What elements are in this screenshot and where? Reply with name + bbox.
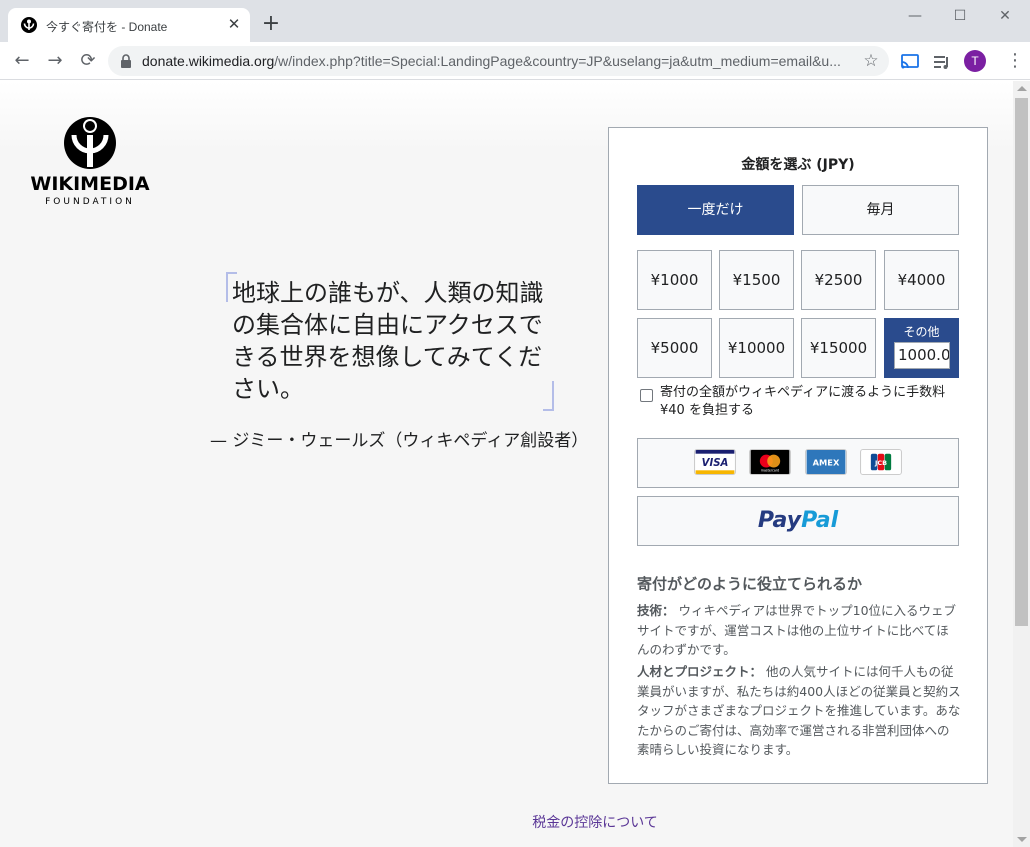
browser-titlebar: 今すぐ寄付を - Donate ✕ + — ☐ ✕ [0, 0, 1030, 42]
logo-subtitle: FOUNDATION [45, 197, 135, 207]
browser-toolbar: ← → ⟳ donate.wikimedia.org/w/index.php?t… [0, 42, 1030, 80]
card-payment-button[interactable]: VISA mastercard AMEX JCB [637, 438, 959, 488]
url-text[interactable]: donate.wikimedia.org/w/index.php?title=S… [142, 53, 852, 69]
page-scrollbar[interactable] [1013, 81, 1030, 847]
quote-close-bracket [543, 381, 554, 411]
mastercard-text: mastercard [761, 469, 779, 473]
fee-label[interactable]: 寄付の全額がウィキペディアに渡るように手数料 ¥40 を負担する [660, 384, 960, 420]
paypal-logo: PayPal [758, 508, 838, 533]
lock-icon [121, 54, 131, 68]
jcb-text: JCB [874, 459, 887, 467]
how-people-label: 人材とプロジェクト： [637, 664, 763, 679]
kebab-menu-icon[interactable]: ⋮ [1006, 50, 1024, 72]
amount-other-button[interactable]: その他 1000.0 [884, 318, 959, 378]
address-bar[interactable]: donate.wikimedia.org/w/index.php?title=S… [108, 46, 889, 76]
amount-button[interactable]: ¥2500 [801, 250, 876, 310]
visa-card-icon: VISA [694, 449, 736, 475]
close-window-icon[interactable]: ✕ [990, 4, 1020, 28]
amex-text: AMEX [813, 458, 840, 468]
minimize-icon[interactable]: — [900, 4, 930, 28]
media-queue-icon[interactable] [932, 52, 952, 72]
amex-card-icon: AMEX [805, 449, 847, 475]
wikimedia-logo-icon [64, 117, 116, 169]
frequency-monthly-button[interactable]: 毎月 [802, 185, 959, 235]
visa-text: VISA [702, 458, 729, 469]
quote-author: — ジミー・ウェールズ（ウィキペディア創設者） [210, 431, 589, 451]
amount-button[interactable]: ¥1000 [637, 250, 712, 310]
wikimedia-logo[interactable]: WIKIMEDIA FOUNDATION [26, 113, 156, 209]
cast-icon[interactable] [900, 52, 920, 72]
back-icon[interactable]: ← [10, 49, 34, 73]
paypal-button[interactable]: PayPal [637, 496, 959, 546]
quote-text: 地球上の誰もが、人類の知識の集合体に自由にアクセスできる世界を想像してみてくださ… [232, 279, 544, 403]
how-tech-text: ウィキペディアは世界でトップ10位に入るウェブサイトですが、運営コストは他の上位… [637, 603, 957, 657]
tab-title: 今すぐ寄付を - Donate [46, 20, 168, 34]
how-tech-label: 技術： [637, 603, 675, 618]
wikimedia-favicon-icon [21, 17, 37, 33]
url-path: /w/index.php?title=Special:LandingPage&c… [274, 53, 841, 69]
amount-other-input[interactable]: 1000.0 [894, 342, 950, 369]
amount-button[interactable]: ¥15000 [801, 318, 876, 378]
scroll-thumb[interactable] [1015, 98, 1028, 626]
how-people-paragraph: 人材とプロジェクト： 他の人気サイトには何千人もの従業員がいますが、私たちは約4… [637, 662, 961, 760]
amount-button[interactable]: ¥5000 [637, 318, 712, 378]
how-title: 寄付がどのように役立てられるか [637, 575, 863, 593]
amount-button[interactable]: ¥10000 [719, 318, 794, 378]
jcb-card-icon: JCB [860, 449, 902, 475]
bookmark-star-icon[interactable]: ☆ [860, 50, 882, 72]
scroll-down-icon[interactable] [1017, 837, 1027, 842]
mastercard-icon: mastercard [749, 449, 791, 475]
tax-deduction-link[interactable]: 税金の控除について [0, 812, 1013, 832]
how-tech-paragraph: 技術： ウィキペディアは世界でトップ10位に入るウェブサイトですが、運営コストは… [637, 601, 961, 660]
profile-avatar[interactable]: T [964, 50, 986, 72]
paypal-part1: Pay [757, 508, 802, 533]
form-heading: 金額を選ぶ (JPY) [741, 157, 855, 173]
frequency-once-button[interactable]: 一度だけ [637, 185, 794, 235]
scroll-up-icon[interactable] [1017, 86, 1027, 91]
paypal-part2: Pal [801, 508, 839, 533]
page-content: WIKIMEDIA FOUNDATION 地球上の誰もが、人類の知識の集合体に自… [0, 81, 1013, 847]
forward-icon[interactable]: → [43, 49, 67, 73]
maximize-icon[interactable]: ☐ [945, 4, 975, 28]
new-tab-icon[interactable]: + [260, 13, 282, 35]
amount-button[interactable]: ¥4000 [884, 250, 959, 310]
url-host: donate.wikimedia.org [142, 53, 275, 69]
donation-form: 金額を選ぶ (JPY) 一度だけ 毎月 ¥1000 ¥1500 ¥2500 ¥4… [608, 127, 988, 784]
amount-other-label: その他 [903, 325, 940, 339]
logo-wordmark: WIKIMEDIA [30, 173, 150, 195]
browser-tab[interactable]: 今すぐ寄付を - Donate ✕ [8, 8, 250, 42]
fee-checkbox[interactable] [640, 389, 653, 402]
tab-close-icon[interactable]: ✕ [226, 16, 242, 32]
amount-button[interactable]: ¥1500 [719, 250, 794, 310]
reload-icon[interactable]: ⟳ [76, 49, 100, 73]
